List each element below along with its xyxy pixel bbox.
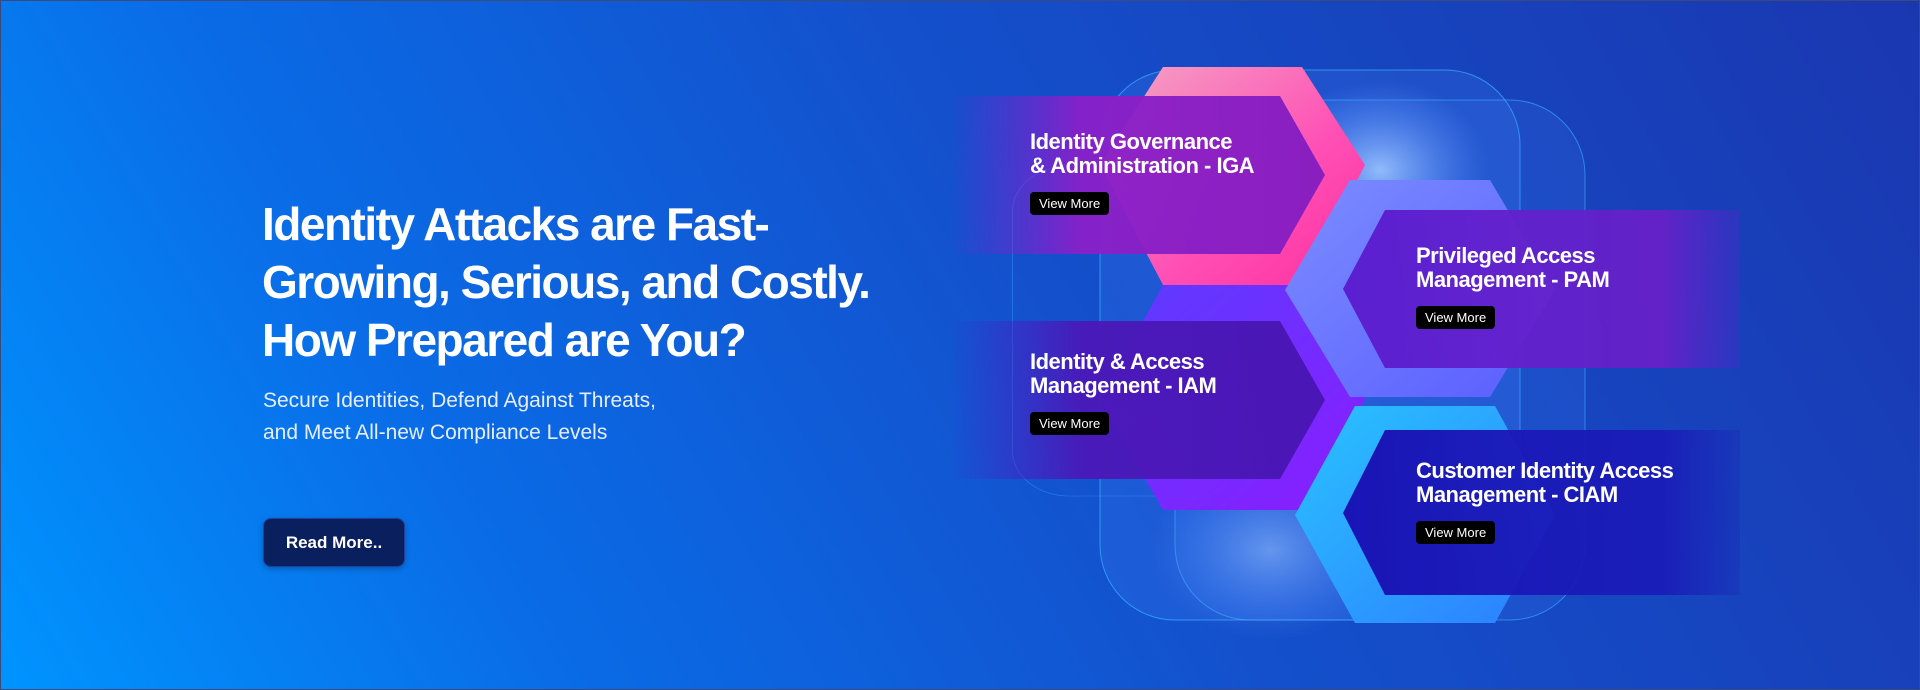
card-title-line: Identity & Access bbox=[1030, 349, 1205, 374]
card-title: Customer Identity Access Management - CI… bbox=[1416, 458, 1674, 507]
card-title-line: Customer Identity Access bbox=[1416, 458, 1674, 483]
iam-card: Identity & Access Management - IAM View … bbox=[1030, 349, 1217, 435]
iga-card: Identity Governance & Administration - I… bbox=[1030, 129, 1255, 215]
view-more-button[interactable]: View More bbox=[1416, 306, 1496, 329]
read-more-button[interactable]: Read More.. bbox=[263, 518, 405, 567]
hero-title-line: How Prepared are You? bbox=[262, 314, 747, 366]
hero-title: Identity Attacks are Fast- Growing, Seri… bbox=[262, 195, 902, 369]
card-title: Identity Governance & Administration - I… bbox=[1030, 129, 1255, 178]
pam-card: Privileged Access Management - PAM View … bbox=[1416, 243, 1610, 329]
view-more-button[interactable]: View More bbox=[1416, 521, 1496, 544]
card-title: Identity & Access Management - IAM bbox=[1030, 349, 1217, 398]
hero-subtitle: Secure Identities, Defend Against Threat… bbox=[263, 385, 783, 449]
identity-solutions-graphic: Identity Governance & Administration - I… bbox=[950, 60, 1740, 640]
card-title-line: Management - IAM bbox=[1030, 373, 1217, 398]
hero-subtitle-line: and Meet All-new Compliance Levels bbox=[263, 421, 608, 444]
view-more-button[interactable]: View More bbox=[1030, 192, 1110, 215]
view-more-button[interactable]: View More bbox=[1030, 412, 1110, 435]
ciam-card: Customer Identity Access Management - CI… bbox=[1416, 458, 1674, 544]
card-title-line: & Administration - IGA bbox=[1030, 153, 1255, 178]
card-title-line: Identity Governance bbox=[1030, 129, 1233, 154]
hero-title-line: Identity Attacks are Fast- bbox=[262, 198, 770, 250]
card-title-line: Management - CIAM bbox=[1416, 482, 1618, 507]
card-title-line: Privileged Access bbox=[1416, 243, 1596, 268]
hero-title-line: Growing, Serious, and Costly. bbox=[262, 256, 871, 308]
hero-subtitle-line: Secure Identities, Defend Against Threat… bbox=[263, 389, 657, 412]
card-title-line: Management - PAM bbox=[1416, 267, 1610, 292]
card-title: Privileged Access Management - PAM bbox=[1416, 243, 1610, 292]
